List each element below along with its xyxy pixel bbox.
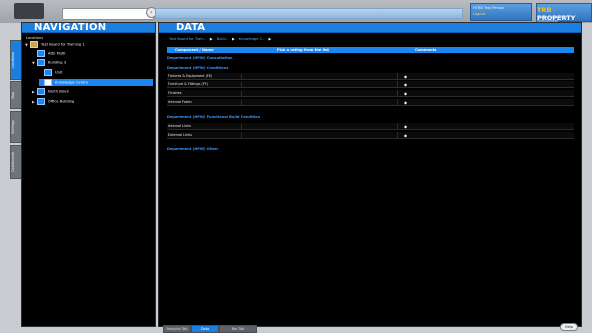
- brand-logo: TRB PROPERTY SMARTER PROPERTY MANAGEMENT: [536, 3, 592, 23]
- brand-prefix: TRB: [537, 6, 552, 14]
- row-label: Internal Links: [168, 123, 242, 130]
- dropdown-icon[interactable]: ◆: [404, 124, 407, 129]
- building-icon: [37, 50, 45, 57]
- navigation-title: NAVIGATION: [34, 22, 107, 33]
- table-row: Furniture & Fittings (FF) ◆: [167, 81, 574, 88]
- unit-icon: [44, 69, 52, 76]
- grid-header: Component / Name Pick a rating from the …: [167, 47, 574, 53]
- column-rating[interactable]: Pick a rating from the list: [277, 48, 329, 52]
- building-icon: [37, 98, 45, 105]
- tree-item[interactable]: ▶ Office Building: [32, 98, 153, 105]
- row-label: Finishes: [168, 90, 242, 97]
- rating-select[interactable]: [242, 90, 398, 96]
- breadcrumb-arrow-icon: ▶: [268, 37, 272, 41]
- rating-select[interactable]: [242, 123, 398, 129]
- building-icon: [37, 59, 45, 66]
- rating-select[interactable]: [242, 73, 398, 79]
- breadcrumb-item[interactable]: Build..: [217, 37, 228, 41]
- breadcrumb-arrow-icon: ▶: [209, 37, 213, 41]
- navigation-panel: NAVIGATION Locations ▼ Test Board for Tra…: [21, 22, 156, 327]
- breadcrumb-item[interactable]: Knowledge C..: [239, 37, 265, 41]
- data-header: DATA: [159, 22, 581, 33]
- user-name: HTRB Test Person: [473, 6, 505, 10]
- navigation-header: NAVIGATION: [22, 22, 155, 33]
- top-bar: › HTRB Test Person Logout TRB PROPERTY S…: [0, 0, 592, 23]
- dropdown-icon[interactable]: ◆: [404, 133, 407, 138]
- breadcrumb-arrow-icon: ▶: [232, 37, 235, 41]
- section-title[interactable]: Department (HPW) Functional Build Condit…: [167, 115, 260, 119]
- row-label: External Links: [168, 132, 242, 139]
- data-panel: DATA Test Board for Train.. ▶ Build.. ▶ Know…: [158, 22, 582, 327]
- folder-icon: [30, 41, 38, 48]
- search-input[interactable]: [62, 8, 154, 20]
- table-row: Internal Links ◆: [167, 123, 574, 130]
- dropdown-icon[interactable]: ◆: [404, 91, 407, 96]
- room-icon: [44, 79, 52, 86]
- breadcrumb-item[interactable]: Test Board for Train..: [169, 37, 206, 41]
- table-row: Fixtures & Equipment (FE) ◆: [167, 73, 574, 80]
- column-comments[interactable]: Comments: [415, 48, 436, 52]
- help-button[interactable]: Help: [560, 323, 578, 331]
- row-label: Fixtures & Equipment (FE): [168, 73, 242, 80]
- table-row: Internal Fabric ◆: [167, 99, 574, 106]
- tree-item[interactable]: ▶ North Block: [32, 88, 153, 95]
- locations-label: Locations: [26, 36, 44, 40]
- table-row: External Links ◆: [167, 132, 574, 139]
- toolbar-strip: [155, 8, 463, 19]
- dropdown-icon[interactable]: ◆: [404, 74, 407, 79]
- table-row: Finishes ◆: [167, 90, 574, 97]
- tree-item-selected[interactable]: Knowledge Centre: [39, 79, 153, 86]
- column-component[interactable]: Component / Name: [175, 48, 214, 52]
- section-title[interactable]: Department (HPW) Consultation: [167, 56, 232, 60]
- building-icon: [37, 88, 45, 95]
- app-logo: [14, 3, 44, 19]
- bottom-tabs: Analysis Tab Data Bar Tab: [0, 325, 592, 333]
- row-label: Furniture & Fittings (FF): [168, 81, 242, 88]
- tree-item[interactable]: ▼ Building 3: [32, 59, 153, 66]
- logout-link[interactable]: Logout: [473, 12, 485, 16]
- section-title[interactable]: Department (HPW) Conditions: [167, 66, 228, 70]
- dropdown-icon[interactable]: ◆: [404, 100, 407, 105]
- user-panel[interactable]: HTRB Test Person Logout: [470, 3, 532, 21]
- row-label: Internal Fabric: [168, 99, 242, 106]
- rating-select[interactable]: [242, 132, 398, 138]
- section-title[interactable]: Department (HPW) Other: [167, 147, 218, 151]
- rating-select[interactable]: [242, 99, 398, 105]
- tree-item[interactable]: ▼ Test Board for Training 1: [25, 41, 153, 48]
- tree-item[interactable]: Unit: [39, 69, 153, 76]
- tree-item[interactable]: ADE Multi: [32, 50, 153, 57]
- rating-select[interactable]: [242, 81, 398, 87]
- breadcrumb: Test Board for Train.. ▶ Build.. ▶ Knowledge…: [169, 37, 275, 41]
- dropdown-icon[interactable]: ◆: [404, 82, 407, 87]
- data-title: DATA: [176, 22, 206, 33]
